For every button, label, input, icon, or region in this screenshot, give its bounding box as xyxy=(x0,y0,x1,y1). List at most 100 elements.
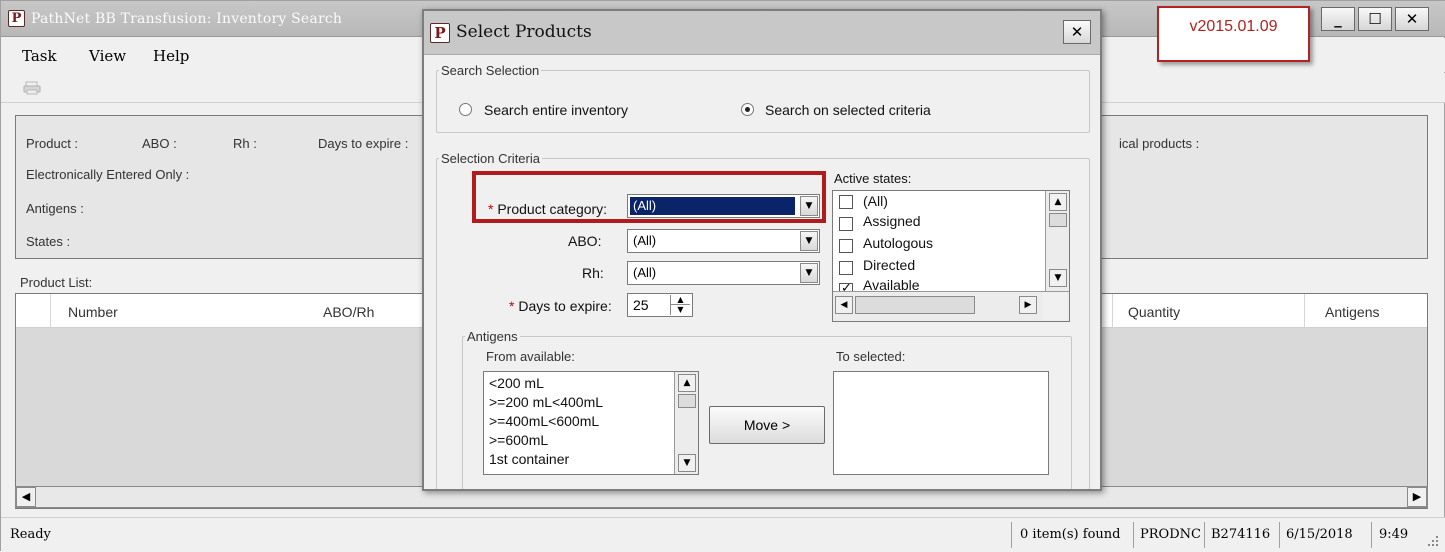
radio-search-entire-label[interactable]: Search entire inventory xyxy=(484,102,628,118)
radio-search-selected-label[interactable]: Search on selected criteria xyxy=(765,102,931,118)
scroll-left-icon[interactable]: ◀ xyxy=(835,296,853,314)
state-autologous[interactable]: Autologous xyxy=(863,233,933,253)
dialog-title: Select Products xyxy=(456,22,592,42)
abo-field-label: ABO: xyxy=(568,233,602,249)
select-products-dialog: P Select Products ✕ Search Selection Sea… xyxy=(422,9,1102,491)
status-separator xyxy=(1011,522,1012,548)
dialog-app-icon: P xyxy=(430,23,450,43)
days-to-expire-value: 25 xyxy=(633,297,649,313)
rh-field-label: Rh: xyxy=(582,265,604,281)
historical-products-label: ical products : xyxy=(1119,136,1200,151)
menu-help[interactable]: Help xyxy=(153,47,189,65)
spin-down-icon[interactable]: ▼ xyxy=(671,305,690,315)
spin-up-icon[interactable]: ▲ xyxy=(671,295,690,305)
checkbox-directed[interactable] xyxy=(839,261,853,275)
days-to-expire-text: Days to expire: xyxy=(518,298,612,314)
user-id: B274116 xyxy=(1211,527,1271,542)
radio-search-entire[interactable] xyxy=(459,103,472,116)
menu-task[interactable]: Task xyxy=(22,47,57,65)
state-all[interactable]: (All) xyxy=(863,191,888,211)
active-states-hscroll[interactable]: ◀ ▶ xyxy=(833,291,1069,321)
scroll-down-icon[interactable]: ▼ xyxy=(1049,269,1067,287)
dialog-title-bar[interactable]: P Select Products ✕ xyxy=(424,11,1100,55)
maximize-button[interactable]: ☐ xyxy=(1358,7,1392,31)
resize-grip-icon[interactable] xyxy=(1426,534,1440,548)
active-states-label: Active states: xyxy=(834,171,912,186)
product-list-label: Product List: xyxy=(20,275,93,290)
checkbox-all[interactable] xyxy=(839,195,853,209)
spinner-icon[interactable]: ▲ ▼ xyxy=(670,295,690,315)
chevron-down-icon[interactable]: ▼ xyxy=(800,263,818,283)
abo-value: (All) xyxy=(633,233,657,248)
scroll-up-icon[interactable]: ▲ xyxy=(678,374,696,392)
active-states-vscroll[interactable]: ▲ ▼ xyxy=(1045,191,1069,291)
printer-icon[interactable] xyxy=(23,81,41,95)
scroll-corner xyxy=(1043,292,1067,320)
required-marker: * xyxy=(509,298,515,314)
status-separator xyxy=(1204,522,1205,548)
abo-select[interactable]: (All) ▼ xyxy=(627,229,820,253)
search-selection-group: Search Selection Search entire inventory… xyxy=(436,63,1090,133)
selected-antigens-list[interactable] xyxy=(833,371,1049,475)
abo-label: ABO : xyxy=(142,136,177,151)
antigen-item[interactable]: >=200 mL<400mL xyxy=(489,393,603,412)
column-abo-rh[interactable]: ABO/Rh xyxy=(323,304,374,320)
days-to-expire-stepper[interactable]: 25 ▲ ▼ xyxy=(627,293,693,317)
antigens-vscroll[interactable]: ▲ ▼ xyxy=(674,372,698,474)
version-callout: v2015.01.09 xyxy=(1157,6,1310,62)
available-antigens-list[interactable]: <200 mL >=200 mL<400mL >=400mL<600mL >=6… xyxy=(483,371,699,475)
items-found: 0 item(s) found xyxy=(1020,527,1121,542)
search-selection-legend: Search Selection xyxy=(439,63,542,78)
move-button[interactable]: Move > xyxy=(709,406,825,444)
status-separator xyxy=(1279,522,1280,548)
scroll-thumb[interactable] xyxy=(678,394,696,408)
status-separator xyxy=(1371,522,1372,548)
dialog-close-button[interactable]: ✕ xyxy=(1063,20,1091,44)
scroll-left-icon[interactable]: ◀ xyxy=(16,487,36,507)
product-label: Product : xyxy=(26,136,79,151)
app-icon: P xyxy=(8,10,25,27)
days-to-expire-label: Days to expire : xyxy=(318,136,409,151)
antigen-item[interactable]: >=400mL<600mL xyxy=(489,412,599,431)
states-label: States : xyxy=(26,234,71,249)
column-number[interactable]: Number xyxy=(68,304,118,320)
rh-select[interactable]: (All) ▼ xyxy=(627,261,820,285)
window-title: PathNet BB Transfusion: Inventory Search xyxy=(31,11,343,27)
menu-view[interactable]: View xyxy=(89,47,126,65)
status-bar: Ready 0 item(s) found PRODNC B274116 6/1… xyxy=(1,517,1445,552)
scroll-right-icon[interactable]: ▶ xyxy=(1019,296,1037,314)
antigens-legend: Antigens xyxy=(465,329,520,344)
state-assigned[interactable]: Assigned xyxy=(863,211,921,231)
scroll-right-icon[interactable]: ▶ xyxy=(1407,487,1427,507)
environment: PRODNC xyxy=(1140,527,1201,542)
scroll-down-icon[interactable]: ▼ xyxy=(678,454,696,472)
selection-criteria-legend: Selection Criteria xyxy=(439,151,542,166)
scroll-thumb[interactable] xyxy=(1049,213,1067,227)
antigens-label: Antigens : xyxy=(26,201,84,216)
column-separator xyxy=(1304,294,1305,328)
scroll-up-icon[interactable]: ▲ xyxy=(1049,193,1067,211)
column-separator xyxy=(1112,294,1113,328)
close-button[interactable]: ✕ xyxy=(1395,7,1429,31)
column-antigens[interactable]: Antigens xyxy=(1325,304,1379,320)
status-text: Ready xyxy=(10,527,51,542)
to-selected-label: To selected: xyxy=(836,349,906,364)
antigen-item[interactable]: <200 mL xyxy=(489,374,544,393)
active-states-list[interactable]: (All) Assigned Autologous Directed Avail… xyxy=(832,190,1070,322)
antigen-item[interactable]: >=600mL xyxy=(489,431,548,450)
chevron-down-icon[interactable]: ▼ xyxy=(800,231,818,251)
antigen-item[interactable]: 1st container xyxy=(489,450,569,469)
radio-search-selected[interactable] xyxy=(741,103,754,116)
days-to-expire-field-label: * Days to expire: xyxy=(509,298,612,314)
state-directed[interactable]: Directed xyxy=(863,255,915,275)
scroll-thumb[interactable] xyxy=(855,296,975,314)
from-available-label: From available: xyxy=(486,349,575,364)
checkbox-assigned[interactable] xyxy=(839,217,853,231)
minimize-button[interactable]: _ xyxy=(1321,7,1355,31)
column-quantity[interactable]: Quantity xyxy=(1128,304,1180,320)
rh-value: (All) xyxy=(633,265,657,280)
highlight-annotation xyxy=(472,171,826,223)
status-date: 6/15/2018 xyxy=(1286,527,1353,542)
checkbox-autologous[interactable] xyxy=(839,239,853,253)
electronically-entered-label: Electronically Entered Only : xyxy=(26,167,190,182)
